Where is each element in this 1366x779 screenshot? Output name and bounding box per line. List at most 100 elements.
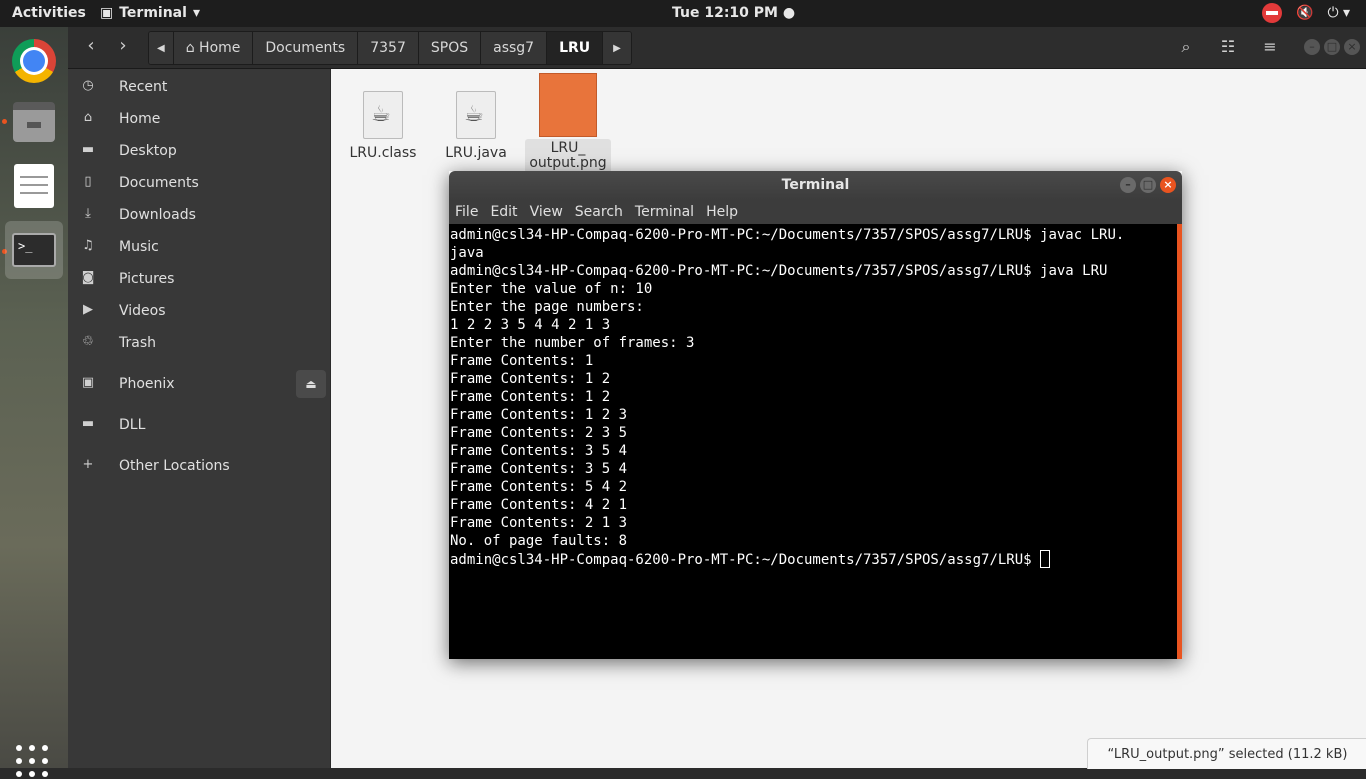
app-menu-label: Terminal — [119, 5, 187, 21]
file-item[interactable]: LRU.java — [433, 91, 519, 161]
search-icon[interactable]: ⌕ — [1169, 31, 1203, 63]
breadcrumb-7357[interactable]: 7357 — [358, 32, 419, 64]
app-menu[interactable]: ▣ Terminal ▾ — [100, 5, 200, 21]
video-icon: ▶ — [83, 302, 93, 317]
breadcrumb-spos[interactable]: SPOS — [418, 32, 482, 64]
file-name: LRU_ output.png — [525, 139, 611, 173]
sidebar-item-desktop[interactable]: ▬ Desktop — [68, 135, 330, 167]
chrome-icon — [12, 39, 56, 83]
clock[interactable]: Tue 12:10 PM ● — [672, 5, 795, 21]
java-file-icon — [456, 91, 496, 139]
file-item[interactable]: LRU.class — [340, 91, 426, 161]
sidebar-item-label: Documents — [119, 175, 199, 191]
terminal-line: Frame Contents: 2 3 5 — [450, 425, 628, 441]
dock: >_ — [0, 27, 68, 777]
image-thumbnail — [539, 73, 597, 137]
chrome-launcher[interactable] — [5, 32, 63, 90]
sidebar-item-dll[interactable]: ▬ DLL — [68, 409, 330, 441]
terminal-titlebar[interactable]: Terminal – □ × — [449, 171, 1182, 200]
sidebar-item-downloads[interactable]: ⤓ Downloads — [68, 199, 330, 231]
maximize-button[interactable]: □ — [1324, 39, 1340, 55]
sidebar-item-label: Phoenix — [119, 376, 175, 392]
breadcrumb-right-arrow[interactable]: ▶ — [603, 32, 631, 64]
activities-button[interactable]: Activities — [12, 5, 86, 21]
system-tray[interactable]: 🔇 ⏻ ▾ — [1262, 3, 1350, 23]
terminal-line: admin@csl34-HP-Compaq-6200-Pro-MT-PC:~/D… — [450, 227, 1125, 243]
breadcrumb-left-arrow[interactable]: ◀ — [149, 32, 174, 64]
sidebar-item-documents[interactable]: ▯ Documents — [68, 167, 330, 199]
places-sidebar: ◷ Recent ⌂ Home ▬ Desktop ▯ Documents ⤓ Downl… — [68, 69, 330, 768]
breadcrumb-lru[interactable]: LRU — [547, 32, 604, 64]
power-icon[interactable]: ⏻ ▾ — [1327, 5, 1350, 21]
files-icon — [13, 102, 55, 142]
view-options-icon[interactable]: ☷ — [1211, 31, 1245, 63]
terminal-line: Frame Contents: 1 2 — [450, 389, 611, 405]
terminal-line: Enter the number of frames: 3 — [450, 335, 695, 351]
sidebar-item-music[interactable]: ♫ Music — [68, 231, 330, 263]
menu-file[interactable]: File — [455, 200, 486, 224]
terminal-line: No. of page faults: 8 — [450, 533, 628, 549]
download-icon: ⤓ — [85, 206, 91, 221]
sidebar-item-pictures[interactable]: ◙ Pictures — [68, 263, 330, 295]
menu-icon[interactable]: ≡ — [1253, 31, 1287, 63]
terminal-launcher[interactable]: >_ — [5, 221, 63, 279]
file-name: LRU.class — [349, 145, 417, 161]
files-launcher[interactable] — [5, 93, 63, 151]
breadcrumb-home[interactable]: ⌂ Home — [173, 32, 254, 64]
menu-terminal[interactable]: Terminal — [635, 200, 702, 224]
breadcrumb-assg7[interactable]: assg7 — [481, 32, 548, 64]
sidebar-item-label: Music — [119, 239, 159, 255]
camera-icon: ◙ — [81, 270, 95, 285]
sidebar-item-label: Downloads — [119, 207, 196, 223]
terminal-window[interactable]: Terminal – □ × File Edit View Search Ter… — [449, 171, 1182, 659]
menu-search[interactable]: Search — [575, 200, 631, 224]
terminal-line: Frame Contents: 1 2 — [450, 371, 611, 387]
show-applications-icon[interactable] — [16, 745, 50, 779]
back-button[interactable]: ‹ — [76, 33, 106, 61]
sidebar-item-label: Recent — [119, 79, 168, 95]
maximize-button[interactable]: □ — [1140, 177, 1156, 193]
menu-help[interactable]: Help — [706, 200, 746, 224]
sidebar-item-videos[interactable]: ▶ Videos — [68, 295, 330, 327]
sidebar-item-recent[interactable]: ◷ Recent — [68, 71, 330, 103]
drive-icon: ▣ — [81, 375, 95, 390]
menu-edit[interactable]: Edit — [490, 200, 525, 224]
terminal-line: Frame Contents: 1 — [450, 353, 594, 369]
file-name: LRU.java — [445, 145, 507, 161]
forward-button[interactable]: › — [108, 33, 138, 61]
close-button[interactable]: × — [1160, 177, 1176, 193]
terminal-menubar: File Edit View Search Terminal Help — [449, 200, 1182, 224]
file-manager-headerbar: ‹ › ◀ ⌂ Home Documents 7357 SPOS assg7 L… — [68, 27, 1366, 69]
minimize-button[interactable]: – — [1120, 177, 1136, 193]
close-button[interactable]: × — [1344, 39, 1360, 55]
terminal-output[interactable]: admin@csl34-HP-Compaq-6200-Pro-MT-PC:~/D… — [449, 224, 1182, 659]
chevron-down-icon: ▾ — [192, 5, 200, 21]
volume-mute-icon[interactable]: 🔇 — [1296, 5, 1313, 21]
clock-text: Tue 12:10 PM — [672, 5, 778, 21]
eject-icon[interactable]: ⏏ — [296, 370, 326, 398]
menu-view[interactable]: View — [530, 200, 571, 224]
terminal-line: Frame Contents: 5 4 2 — [450, 479, 628, 495]
terminal-line: Frame Contents: 3 5 4 — [450, 443, 628, 459]
terminal-line: Enter the page numbers: — [450, 299, 644, 315]
sidebar-item-label: Desktop — [119, 143, 177, 159]
terminal-prompt: admin@csl34-HP-Compaq-6200-Pro-MT-PC:~/D… — [450, 552, 1041, 568]
sidebar-item-trash[interactable]: ♲ Trash — [68, 327, 330, 359]
sidebar-item-home[interactable]: ⌂ Home — [68, 103, 330, 135]
file-item-selected[interactable]: LRU_ output.png — [525, 73, 611, 173]
sidebar-item-other-locations[interactable]: + Other Locations — [68, 450, 330, 482]
breadcrumb-documents[interactable]: Documents — [253, 32, 359, 64]
sidebar-item-label: Trash — [119, 335, 156, 351]
text-editor-launcher[interactable] — [5, 157, 63, 215]
home-icon: ⌂ — [83, 110, 93, 125]
terminal-line: 1 2 2 3 5 4 4 2 1 3 — [450, 317, 611, 333]
do-not-disturb-icon[interactable] — [1262, 3, 1282, 23]
sidebar-item-label: DLL — [119, 417, 146, 433]
breadcrumb-label: Home — [199, 40, 241, 56]
terminal-prompt-line[interactable]: admin@csl34-HP-Compaq-6200-Pro-MT-PC:~/D… — [450, 550, 1176, 569]
text-editor-icon — [14, 164, 54, 208]
plus-icon: + — [82, 457, 94, 472]
sidebar-item-phoenix[interactable]: ▣ Phoenix ⏏ — [68, 368, 330, 400]
trash-icon: ♲ — [82, 334, 94, 349]
minimize-button[interactable]: – — [1304, 39, 1320, 55]
